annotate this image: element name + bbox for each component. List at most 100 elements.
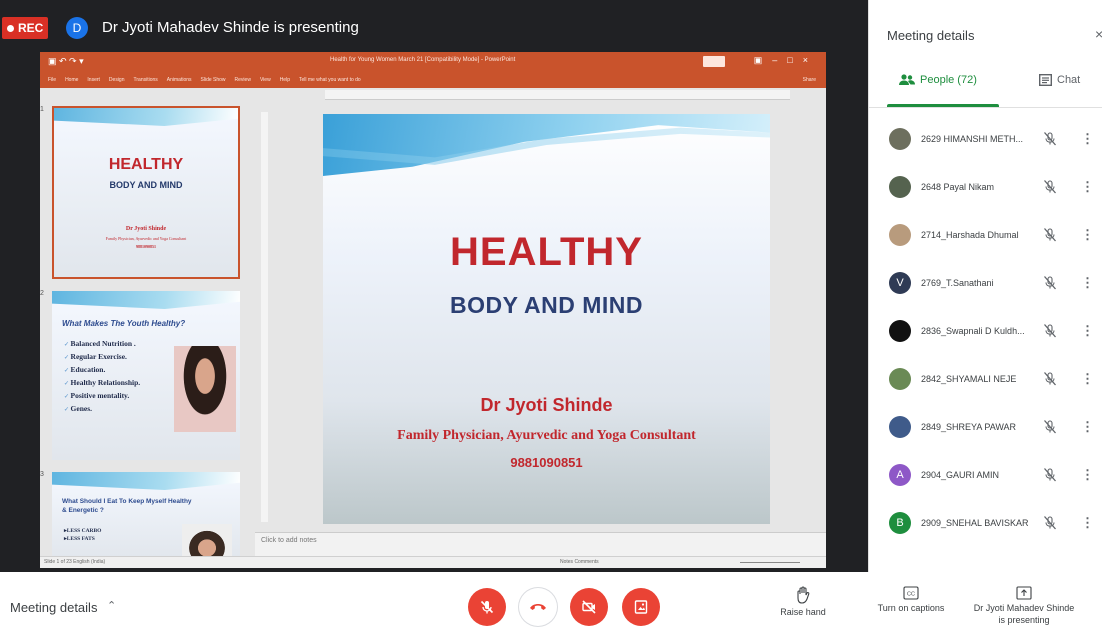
present-screen-icon xyxy=(634,600,648,614)
raise-hand-button[interactable]: Raise hand xyxy=(777,586,829,619)
thumb-role: Family Physician, Ayurvedic and Yoga Con… xyxy=(105,236,187,241)
horizontal-ruler xyxy=(325,90,790,100)
notes-pane[interactable]: Click to add notes xyxy=(255,532,826,556)
participant-row[interactable]: 2849_SHREYA PAWAR ⋮ xyxy=(869,406,1102,454)
participant-name: 2909_SNEHAL BAVISKAR xyxy=(921,518,1029,528)
slide-speaker-role: Family Physician, Ayurvedic and Yoga Con… xyxy=(397,428,696,443)
more-options-icon[interactable]: ⋮ xyxy=(1081,131,1094,147)
presenting-status-button[interactable]: Dr Jyoti Mahadev Shinde is presenting xyxy=(966,586,1082,626)
leave-call-button[interactable] xyxy=(519,588,557,626)
slide-thumbnail-2[interactable]: What Makes The Youth Healthy? Balanced N… xyxy=(52,291,240,460)
tell-me-search[interactable]: Tell me what you want to do xyxy=(299,77,361,83)
mic-off-icon[interactable] xyxy=(1043,515,1057,536)
mic-off-icon[interactable] xyxy=(1043,419,1057,440)
participant-row[interactable]: B 2909_SNEHAL BAVISKAR ⋮ xyxy=(869,502,1102,550)
tab-people[interactable]: People (72) xyxy=(899,74,977,86)
ribbon-tab[interactable]: View xyxy=(260,77,271,83)
slide-thumbnails-pane[interactable]: 1 HEALTHY BODY AND MIND Dr Jyoti Shinde … xyxy=(40,100,254,556)
participant-row[interactable]: 2648 Payal Nikam ⋮ xyxy=(869,166,1102,214)
thumb-phone: 9881090851 xyxy=(136,244,156,249)
quick-access-icons[interactable]: ▣ ↶ ↷ ▾ xyxy=(48,56,84,67)
sign-in-button[interactable] xyxy=(703,56,725,67)
thumb-number: 3 xyxy=(40,471,44,478)
more-options-icon[interactable]: ⋮ xyxy=(1096,602,1102,619)
ribbon-tab[interactable]: Help xyxy=(280,77,290,83)
participant-row[interactable]: V 2769_T.Sanathani ⋮ xyxy=(869,262,1102,310)
list-item: Balanced Nutrition . xyxy=(64,339,140,348)
ribbon-tab[interactable]: Home xyxy=(65,77,78,83)
hand-icon xyxy=(797,586,810,604)
window-controls[interactable]: ▣–□× xyxy=(754,55,818,66)
participant-name: 2836_Swapnali D Kuldh... xyxy=(921,326,1025,336)
mic-toggle-button[interactable] xyxy=(468,588,506,626)
ribbon-tab[interactable]: Design xyxy=(109,77,125,83)
more-options-icon[interactable]: ⋮ xyxy=(1081,515,1094,531)
participant-row[interactable]: 2629 HIMANSHI METH... ⋮ xyxy=(869,118,1102,166)
thumb-heading: What Makes The Youth Healthy? xyxy=(62,319,186,328)
call-controls-bar: Meeting details ⌃ Raise hand CC Turn on … xyxy=(0,572,1102,633)
stop-presenting-button[interactable] xyxy=(622,588,660,626)
participant-row[interactable]: 2842_SHYAMALI NEJE ⋮ xyxy=(869,358,1102,406)
camera-toggle-button[interactable] xyxy=(570,588,608,626)
more-options-icon[interactable]: ⋮ xyxy=(1081,467,1094,483)
more-options-icon[interactable]: ⋮ xyxy=(1081,179,1094,195)
slide-speaker-name: Dr Jyoti Shinde xyxy=(480,395,613,415)
meeting-details-toggle[interactable]: Meeting details xyxy=(10,600,97,615)
thumb-name: Dr Jyoti Shinde xyxy=(125,226,167,232)
presenter-avatar: D xyxy=(66,17,88,39)
list-item: Education. xyxy=(64,365,140,374)
mic-off-icon[interactable] xyxy=(1043,179,1057,200)
presenter-banner-text: Dr Jyoti Mahadev Shinde is presenting xyxy=(102,19,359,36)
list-item: LESS CARBO xyxy=(64,528,102,534)
current-slide[interactable]: HEALTHY BODY AND MIND Dr Jyoti Shinde Fa… xyxy=(323,114,770,524)
ribbon-tab[interactable]: Review xyxy=(235,77,251,83)
mic-off-icon[interactable] xyxy=(1043,371,1057,392)
participant-row[interactable]: 2836_Swapnali D Kuldh... ⋮ xyxy=(869,310,1102,358)
close-icon[interactable]: × xyxy=(1095,26,1102,42)
notes-placeholder: Click to add notes xyxy=(261,537,317,544)
tab-chat-label: Chat xyxy=(1057,74,1081,86)
list-item: LESS FATS xyxy=(64,536,101,542)
ppt-doc-title: Health for Young Women March 21 [Compati… xyxy=(330,57,516,63)
people-icon xyxy=(899,74,915,85)
more-options-icon[interactable]: ⋮ xyxy=(1081,419,1094,435)
more-options-icon[interactable]: ⋮ xyxy=(1081,371,1094,387)
participant-name: 2648 Payal Nikam xyxy=(921,182,995,192)
woman-photo xyxy=(182,524,232,556)
ribbon-tab[interactable]: Insert xyxy=(87,77,100,83)
mic-off-icon[interactable] xyxy=(1043,227,1057,248)
raise-hand-label: Raise hand xyxy=(780,607,826,617)
participant-row[interactable]: A 2904_GAURI AMIN ⋮ xyxy=(869,454,1102,502)
more-options-icon[interactable]: ⋮ xyxy=(1081,227,1094,243)
ribbon-tab[interactable]: Animations xyxy=(167,77,192,83)
ribbon-tab[interactable]: Transitions xyxy=(134,77,158,83)
mic-off-icon[interactable] xyxy=(1043,467,1057,488)
slide-wave-decoration xyxy=(54,108,238,126)
zoom-slider[interactable] xyxy=(740,562,800,563)
status-view-buttons[interactable]: Notes Comments xyxy=(560,559,599,565)
mic-off-icon[interactable] xyxy=(1043,323,1057,344)
tab-chat[interactable]: Chat xyxy=(1039,74,1080,86)
thumb-number: 2 xyxy=(40,290,44,297)
more-options-icon[interactable]: ⋮ xyxy=(1081,275,1094,291)
mic-off-icon[interactable] xyxy=(1043,131,1057,152)
ribbon-tab[interactable]: Slide Show xyxy=(201,77,226,83)
recording-label: REC xyxy=(18,21,44,35)
chat-icon xyxy=(1039,74,1052,86)
slide-thumbnail-3[interactable]: What Should I Eat To Keep Myself Healthy… xyxy=(52,472,240,556)
thumb-number: 1 xyxy=(40,106,44,113)
avatar xyxy=(889,320,911,342)
captions-icon: CC xyxy=(903,586,919,600)
chevron-up-icon[interactable]: ⌃ xyxy=(107,599,116,612)
participants-list[interactable]: 2629 HIMANSHI METH... ⋮ 2648 Payal Nikam ⋮ 2… xyxy=(869,108,1102,572)
thumb-bullet-list: Balanced Nutrition . Regular Exercise. E… xyxy=(64,339,141,417)
ribbon-tab[interactable]: File xyxy=(48,77,56,83)
more-options-icon[interactable]: ⋮ xyxy=(1081,323,1094,339)
participant-row[interactable]: 2714_Harshada Dhumal ⋮ xyxy=(869,214,1102,262)
share-button[interactable]: Share xyxy=(803,77,816,83)
slide-thumbnail-1[interactable]: HEALTHY BODY AND MIND Dr Jyoti Shinde Fa… xyxy=(52,106,240,279)
participant-name: 2842_SHYAMALI NEJE xyxy=(921,374,1017,384)
avatar: A xyxy=(889,464,911,486)
captions-button[interactable]: CC Turn on captions xyxy=(868,586,954,615)
mic-off-icon[interactable] xyxy=(1043,275,1057,296)
